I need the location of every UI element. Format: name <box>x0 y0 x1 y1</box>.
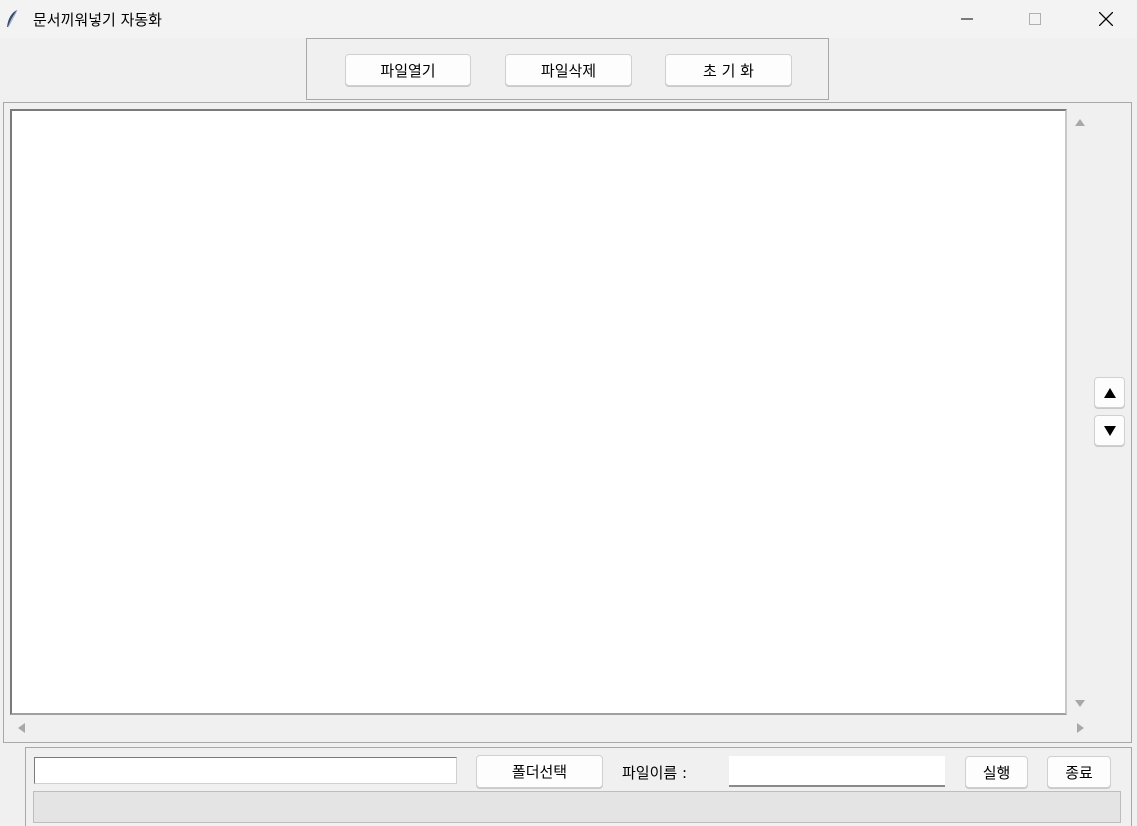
window-title: 문서끼워넣기 자동화 <box>33 11 162 29</box>
toolbar-frame: 파일열기 파일삭제 초 기 화 <box>306 38 829 100</box>
folder-path-input[interactable] <box>34 757 457 784</box>
triangle-up-icon <box>1104 388 1116 398</box>
minimize-icon <box>961 18 973 20</box>
reset-button[interactable]: 초 기 화 <box>665 54 792 86</box>
delete-file-button[interactable]: 파일삭제 <box>505 54 632 86</box>
triangle-down-icon <box>1104 426 1116 436</box>
feather-icon <box>7 9 18 28</box>
exit-button[interactable]: 종료 <box>1047 756 1111 788</box>
vertical-scrollbar[interactable] <box>1070 109 1090 715</box>
maximize-icon <box>1029 13 1041 25</box>
open-file-button[interactable]: 파일열기 <box>345 54 471 86</box>
title-bar: 문서끼워넣기 자동화 <box>0 0 1137 38</box>
scroll-down-arrow-icon[interactable] <box>1075 700 1085 707</box>
move-up-button[interactable] <box>1094 377 1125 408</box>
scroll-up-arrow-icon[interactable] <box>1075 119 1085 126</box>
close-icon <box>1099 12 1113 26</box>
horizontal-scrollbar[interactable] <box>10 718 1090 738</box>
minimize-button[interactable] <box>944 0 990 38</box>
filename-label: 파일이름 : <box>622 764 688 782</box>
bottom-frame: 폴더선택 파일이름 : 실행 종료 <box>25 747 1132 826</box>
file-listbox[interactable] <box>10 109 1067 715</box>
close-button[interactable] <box>1083 0 1129 38</box>
select-folder-button[interactable]: 폴더선택 <box>476 755 603 788</box>
scroll-right-arrow-icon[interactable] <box>1077 723 1084 733</box>
file-list-frame <box>3 102 1132 743</box>
scroll-left-arrow-icon[interactable] <box>18 723 25 733</box>
run-button[interactable]: 실행 <box>965 756 1028 788</box>
maximize-button[interactable] <box>1012 0 1058 38</box>
move-down-button[interactable] <box>1094 415 1125 446</box>
filename-input[interactable] <box>729 756 945 787</box>
status-bar <box>33 791 1121 823</box>
